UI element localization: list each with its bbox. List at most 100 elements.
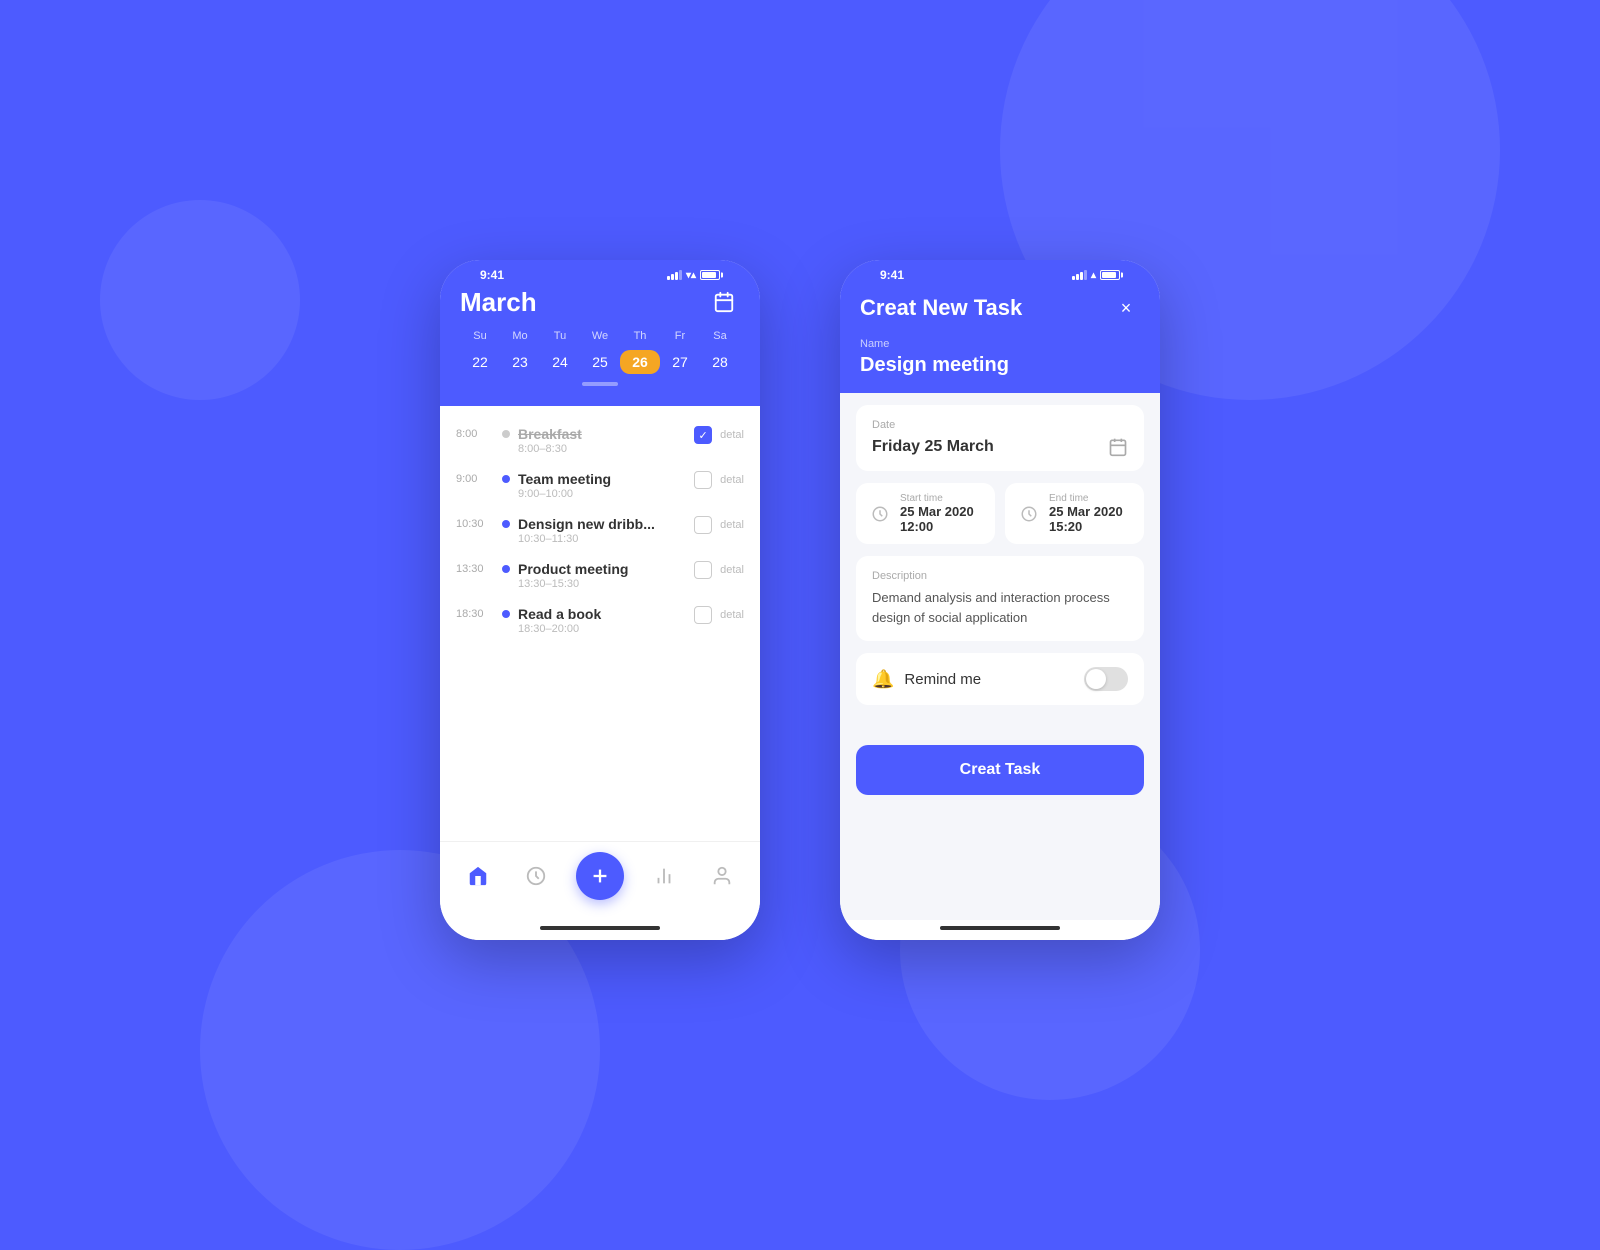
schedule-item-product: 13:30 Product meeting 13:30–15:30 detal (440, 553, 760, 598)
bell-icon: 🔔 (872, 669, 894, 690)
sched-content-product: Product meeting 13:30–15:30 (518, 561, 686, 590)
month-row: March (460, 286, 740, 318)
start-time-card[interactable]: Start time 25 Mar 2020 12:00 (856, 483, 995, 544)
calendar-days-header: Su Mo Tu We Th Fr Sa (460, 330, 740, 342)
schedule-item-book: 18:30 Read a book 18:30–20:00 detal (440, 598, 760, 643)
home-bar-line (540, 926, 660, 930)
task-wifi-icon: ▴ (1091, 270, 1096, 281)
plus-icon (589, 865, 611, 887)
calendar-header: 9:41 ▾▴ March (440, 260, 760, 406)
start-clock-icon (868, 502, 892, 526)
desc-label: Description (872, 570, 1128, 582)
end-time-value: 25 Mar 2020 15:20 (1049, 504, 1132, 534)
calendar-day-26[interactable]: 26 (620, 350, 660, 374)
sched-dot-design (502, 520, 510, 528)
sched-actions-book: detal (694, 606, 744, 624)
signal-icon (667, 270, 682, 280)
nav-home[interactable] (460, 858, 496, 894)
calendar-icon-button[interactable] (708, 286, 740, 318)
status-icons: ▾▴ (667, 270, 720, 281)
end-time-card[interactable]: End time 25 Mar 2020 15:20 (1005, 483, 1144, 544)
task-battery-icon (1100, 270, 1120, 280)
checkbox-book[interactable] (694, 606, 712, 624)
sched-title-design: Densign new dribb... (518, 516, 686, 532)
date-label: Date (872, 419, 1128, 431)
sched-subtitle-design: 10:30–11:30 (518, 533, 686, 545)
sched-dot-product (502, 565, 510, 573)
sched-actions-design: detal (694, 516, 744, 534)
schedule-item-design: 10:30 Densign new dribb... 10:30–11:30 d… (440, 508, 760, 553)
nav-person[interactable] (704, 858, 740, 894)
calendar-day-22[interactable]: 22 (460, 350, 500, 374)
remind-text: Remind me (904, 671, 981, 688)
checkbox-team[interactable] (694, 471, 712, 489)
calendar-day-23[interactable]: 23 (500, 350, 540, 374)
nav-chart[interactable] (646, 858, 682, 894)
start-time-info: Start time 25 Mar 2020 12:00 (900, 493, 983, 534)
sched-subtitle-breakfast: 8:00–8:30 (518, 443, 686, 455)
checkbox-breakfast[interactable]: ✓ (694, 426, 712, 444)
nav-fab[interactable] (576, 852, 624, 900)
status-bar-calendar: 9:41 ▾▴ (460, 260, 740, 286)
calendar-day-24[interactable]: 24 (540, 350, 580, 374)
detal-product[interactable]: detal (720, 564, 744, 576)
phones-container: 9:41 ▾▴ March (440, 260, 1160, 940)
task-status-icons: ▴ (1072, 270, 1120, 281)
calendar-day-27[interactable]: 27 (660, 350, 700, 374)
month-title: March (460, 287, 537, 318)
toggle-knob (1086, 669, 1106, 689)
sched-title-product: Product meeting (518, 561, 686, 577)
remind-toggle[interactable] (1084, 667, 1128, 691)
task-signal-icon (1072, 270, 1087, 280)
home-bar (440, 920, 760, 940)
sched-title-team: Team meeting (518, 471, 686, 487)
desc-text[interactable]: Demand analysis and interaction process … (872, 588, 1128, 627)
end-time-info: End time 25 Mar 2020 15:20 (1049, 493, 1132, 534)
name-value[interactable]: Design meeting (860, 354, 1140, 377)
checkbox-product[interactable] (694, 561, 712, 579)
sched-content-design: Densign new dribb... 10:30–11:30 (518, 516, 686, 545)
sched-content-book: Read a book 18:30–20:00 (518, 606, 686, 635)
sched-subtitle-book: 18:30–20:00 (518, 623, 686, 635)
status-bar-task: 9:41 ▴ (860, 260, 1140, 286)
sched-dot-team (502, 475, 510, 483)
home-icon (467, 865, 489, 887)
task-status-time: 9:41 (880, 268, 904, 282)
start-time-label: Start time (900, 493, 983, 504)
bottom-nav (440, 841, 760, 920)
task-home-bar (840, 920, 1160, 940)
person-icon (711, 865, 733, 887)
calendar-days: 22 23 24 25 26 27 28 (460, 350, 740, 374)
sched-subtitle-product: 13:30–15:30 (518, 578, 686, 590)
calendar-icon (713, 291, 735, 313)
clock-icon (525, 865, 547, 887)
date-value: Friday 25 March (872, 438, 994, 456)
swipe-indicator (460, 374, 740, 390)
chart-icon (653, 865, 675, 887)
detal-design[interactable]: detal (720, 519, 744, 531)
detal-breakfast[interactable]: detal (720, 429, 744, 441)
end-time-label: End time (1049, 493, 1132, 504)
sched-subtitle-team: 9:00–10:00 (518, 488, 686, 500)
name-section: Name Design meeting (860, 338, 1140, 393)
sched-time-1330: 13:30 (456, 561, 494, 575)
close-button[interactable]: × (1112, 294, 1140, 322)
sched-actions-breakfast: ✓ detal (694, 426, 744, 444)
sched-time-1830: 18:30 (456, 606, 494, 620)
detal-team[interactable]: detal (720, 474, 744, 486)
sched-content-breakfast: Breakfast 8:00–8:30 (518, 426, 686, 455)
remind-section: 🔔 Remind me (856, 653, 1144, 705)
date-value-row: Friday 25 March (872, 437, 1128, 457)
nav-clock[interactable] (518, 858, 554, 894)
calendar-day-28[interactable]: 28 (700, 350, 740, 374)
sched-dot-book (502, 610, 510, 618)
battery-icon (700, 270, 720, 280)
phone-task: 9:41 ▴ Creat New Task × (840, 260, 1160, 940)
phone-calendar: 9:41 ▾▴ March (440, 260, 760, 940)
date-calendar-icon[interactable] (1108, 437, 1128, 457)
create-task-button[interactable]: Creat Task (856, 745, 1144, 795)
calendar-day-25[interactable]: 25 (580, 350, 620, 374)
sched-time-1030: 10:30 (456, 516, 494, 530)
checkbox-design[interactable] (694, 516, 712, 534)
detal-book[interactable]: detal (720, 609, 744, 621)
